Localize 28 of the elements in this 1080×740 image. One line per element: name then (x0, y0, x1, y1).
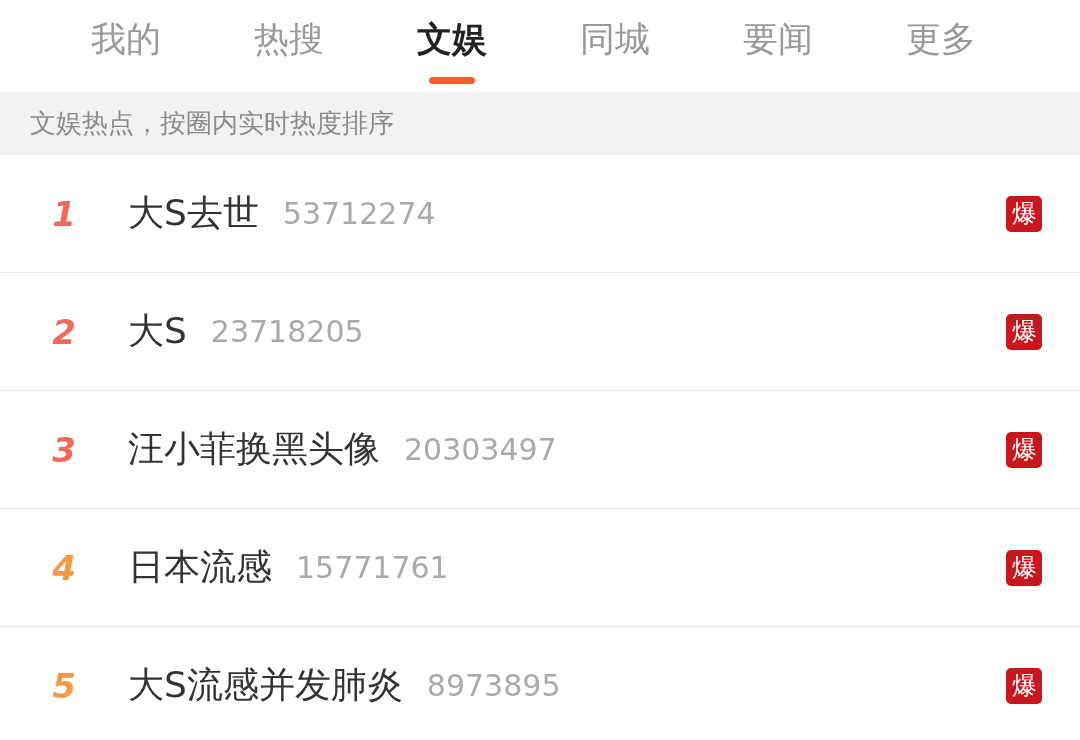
hot-badge: 爆 (1006, 549, 1042, 586)
topic-title: 汪小菲换黑头像 (128, 427, 380, 471)
topic-title: 大S流感并发肺炎 (128, 663, 403, 707)
rank-number: 5 (51, 665, 77, 706)
tab[interactable]: 文娱 (370, 0, 533, 92)
trending-row[interactable]: 3 汪小菲换黑头像 20303497 爆 (0, 391, 1080, 509)
hot-badge: 爆 (1006, 195, 1042, 232)
rank-number: 1 (51, 193, 77, 234)
rank-number: 2 (51, 311, 77, 352)
heat-count: 23718205 (210, 314, 364, 349)
heat-count: 8973895 (426, 668, 561, 703)
topic-title: 日本流感 (128, 545, 272, 589)
heat-count: 53712274 (282, 196, 436, 231)
hot-badge: 爆 (1006, 431, 1042, 468)
hot-badge: 爆 (1006, 667, 1042, 704)
notice-text: 文娱热点，按圈内实时热度排序 (0, 92, 1080, 155)
active-tab-indicator (428, 77, 475, 84)
rank-number: 4 (51, 547, 77, 588)
trending-row[interactable]: 5 大S流感并发肺炎 8973895 爆 (0, 627, 1080, 740)
trending-row[interactable]: 4 日本流感 15771761 爆 (0, 509, 1080, 627)
trending-row[interactable]: 1 大S去世 53712274 爆 (0, 155, 1080, 273)
trending-row[interactable]: 2 大S 23718205 爆 (0, 273, 1080, 391)
heat-count: 20303497 (404, 432, 557, 467)
rank-number: 3 (51, 429, 77, 470)
heat-count: 15771761 (296, 550, 449, 585)
hot-badge: 爆 (1006, 313, 1042, 350)
topic-title: 大S (128, 309, 187, 353)
topic-title: 大S去世 (128, 191, 259, 235)
